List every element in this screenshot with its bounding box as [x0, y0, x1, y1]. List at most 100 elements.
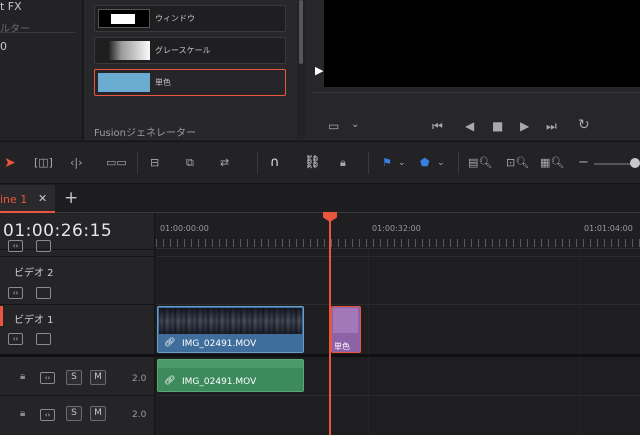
- divider: [0, 256, 155, 257]
- lock-icon[interactable]: 🔒︎: [20, 408, 25, 419]
- sidebar-label-fx[interactable]: t FX: [0, 0, 22, 13]
- skip-to-start-icon[interactable]: ⏮: [432, 119, 443, 133]
- chevron-down-icon[interactable]: ⌄: [351, 118, 359, 132]
- track-visibility-icon[interactable]: [36, 333, 51, 345]
- edit-toolbar: ➤ [◫] ‹|› ▭▭ ⊟ ⧉ ⇄ ∩ ⛓ 🔒︎ ⚑ ⌄ ⬟ ⌄ ▤🔍︎ ⊡🔍…: [0, 141, 640, 184]
- crop-icon[interactable]: ▭: [328, 119, 339, 133]
- track-volume: 2.0: [132, 410, 147, 420]
- track-volume: 2.0: [132, 374, 147, 384]
- solid-color-clip[interactable]: 単色: [331, 306, 361, 353]
- snapping-icon[interactable]: ∩: [270, 154, 280, 172]
- link-icon: 🔗︎: [164, 338, 176, 348]
- auto-select-icon[interactable]: ‹›: [8, 333, 23, 345]
- insert-clip-icon[interactable]: ⊟: [150, 154, 159, 172]
- grayscale-generator-thumbnail: [98, 41, 150, 60]
- chevron-down-icon[interactable]: ⌄: [398, 154, 406, 172]
- trim-tool-icon[interactable]: [◫]: [34, 154, 53, 172]
- generator-label: ウィンドウ: [155, 14, 195, 23]
- dynamic-trim-icon[interactable]: ‹|›: [70, 154, 83, 172]
- chevron-down-icon[interactable]: ⌄: [437, 154, 445, 172]
- ruler-label: 01:00:00:00: [160, 224, 209, 233]
- sidebar-label-count: 0: [0, 40, 7, 53]
- track-divider: [156, 304, 640, 305]
- solid-color-generator-thumbnail: [98, 73, 150, 92]
- auto-select-icon[interactable]: ‹›: [40, 372, 55, 384]
- zoom-full-icon[interactable]: ▤🔍︎: [468, 154, 492, 172]
- timeline-ruler[interactable]: 01:00:00:00 01:00:32:00 01:01:04:00: [156, 213, 640, 249]
- loop-icon[interactable]: ↻: [578, 118, 590, 132]
- ruler-label: 01:00:32:00: [372, 224, 421, 233]
- marker-icon[interactable]: ⬟: [420, 154, 430, 172]
- scrollbar-thumb[interactable]: [299, 0, 303, 64]
- generator-item-solid-color[interactable]: 単色: [94, 69, 286, 96]
- stop-icon[interactable]: ■: [492, 119, 503, 133]
- clip-name: IMG_02491.MOV: [182, 339, 257, 349]
- track-visibility-icon[interactable]: [36, 240, 51, 252]
- divider: [368, 152, 369, 174]
- generator-list: ウィンドウ グレースケール 単色 Fusionジェネレーター ⌃: [84, 0, 371, 140]
- timeline-tabs: ine 1 ✕ +: [0, 185, 640, 213]
- generator-item-grayscale[interactable]: グレースケール: [94, 37, 286, 64]
- mute-button[interactable]: M: [90, 406, 106, 421]
- playhead-line[interactable]: [329, 216, 331, 435]
- ruler-ticks: [156, 239, 640, 247]
- tab-label: ine 1: [0, 193, 28, 206]
- blade-tool-icon[interactable]: ▭▭: [106, 154, 127, 172]
- solo-button[interactable]: S: [66, 406, 82, 421]
- divider: [0, 32, 75, 33]
- zoom-slider-handle[interactable]: [630, 158, 640, 168]
- flag-icon[interactable]: ⚑: [382, 154, 392, 172]
- video-clip[interactable]: 🔗︎ IMG_02491.MOV: [157, 306, 304, 353]
- divider: [257, 152, 258, 174]
- solo-button[interactable]: S: [66, 370, 82, 385]
- zoom-detail-icon[interactable]: ⊡🔍︎: [506, 154, 529, 172]
- add-timeline-button[interactable]: +: [64, 188, 78, 208]
- step-back-icon[interactable]: ◀: [465, 119, 474, 133]
- clip-thumbnail: [159, 308, 302, 334]
- fusion-generators-header[interactable]: Fusionジェネレーター: [94, 124, 196, 139]
- lock-icon[interactable]: 🔒︎: [20, 371, 25, 382]
- divider: [0, 395, 155, 396]
- clip-thumbnail: [333, 308, 358, 333]
- zoom-custom-icon[interactable]: ▦🔍︎: [540, 154, 564, 172]
- viewer-canvas[interactable]: [324, 0, 640, 87]
- grid-line: [580, 250, 581, 435]
- ruler-label: 01:01:04:00: [584, 224, 633, 233]
- track-name-video-2[interactable]: ビデオ 2: [14, 264, 54, 279]
- link-icon: 🔗︎: [164, 376, 176, 386]
- track-visibility-icon[interactable]: [36, 287, 51, 299]
- auto-select-icon[interactable]: ‹›: [40, 409, 55, 421]
- zoom-out-icon[interactable]: −: [578, 154, 589, 172]
- video-audio-divider[interactable]: [0, 354, 640, 357]
- viewer-play-marker-icon: ▶: [315, 64, 324, 77]
- effects-sidebar: t FX ルター 0: [0, 0, 83, 140]
- generator-label: グレースケール: [155, 46, 211, 55]
- overwrite-clip-icon[interactable]: ⧉: [186, 154, 194, 172]
- track-divider: [156, 256, 640, 257]
- generator-item-window[interactable]: ウィンドウ: [94, 5, 286, 32]
- divider: [0, 304, 155, 305]
- clip-header: [158, 360, 303, 368]
- timecode-display[interactable]: 01:00:26:15: [3, 221, 112, 241]
- link-icon[interactable]: ⛓: [304, 154, 321, 172]
- tab-timeline-1[interactable]: ine 1 ✕: [0, 185, 55, 213]
- auto-select-icon[interactable]: ‹›: [8, 240, 23, 252]
- close-icon[interactable]: ✕: [38, 192, 47, 205]
- skip-to-end-icon[interactable]: ⏭: [546, 119, 557, 133]
- divider: [458, 152, 459, 174]
- audio-clip[interactable]: 🔗︎ IMG_02491.MOV: [157, 359, 304, 392]
- grid-line: [368, 250, 369, 435]
- track-name-video-1[interactable]: ビデオ 1: [14, 311, 54, 326]
- position-lock-icon[interactable]: 🔒︎: [340, 154, 346, 172]
- play-icon[interactable]: ▶: [520, 119, 529, 133]
- window-generator-thumbnail: [98, 9, 150, 28]
- replace-clip-icon[interactable]: ⇄: [220, 154, 229, 172]
- divider: [137, 152, 138, 174]
- clip-name: IMG_02491.MOV: [182, 377, 257, 387]
- destination-track-indicator[interactable]: [0, 306, 3, 326]
- auto-select-icon[interactable]: ‹›: [8, 287, 23, 299]
- mute-button[interactable]: M: [90, 370, 106, 385]
- generator-label: 単色: [155, 78, 171, 87]
- selection-tool-icon[interactable]: ➤: [4, 154, 16, 172]
- track-divider: [156, 395, 640, 396]
